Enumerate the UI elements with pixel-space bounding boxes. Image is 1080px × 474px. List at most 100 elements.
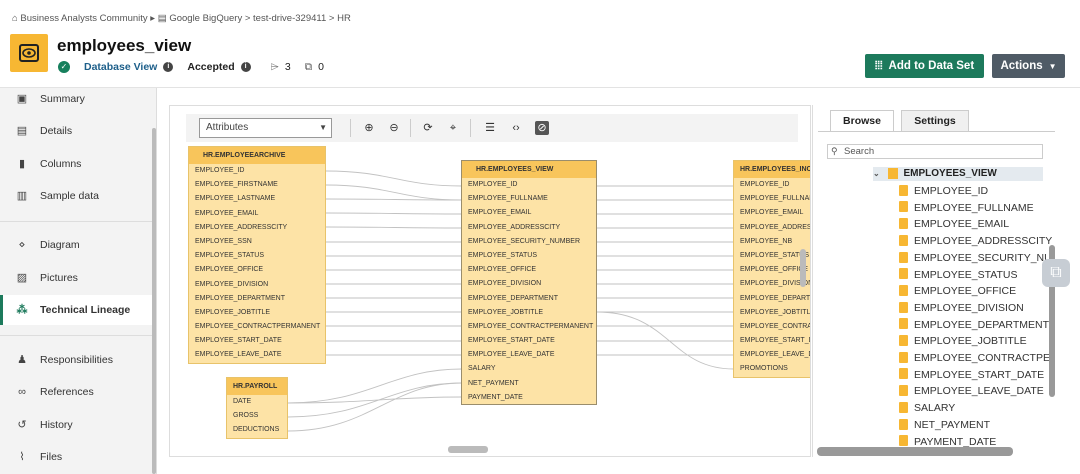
table-row[interactable]: NET_PAYMENT [462,377,596,391]
sidebar-item-columns[interactable]: ▮ Columns [0,149,153,179]
tree-field[interactable]: SALARY [899,400,1055,417]
sidebar-item-sample-data[interactable]: ▥ Sample data [0,181,153,211]
table-row[interactable]: EMPLOYEE_DEPARTMENT [462,292,596,306]
sidebar-item-pictures[interactable]: ▨ Pictures [0,263,153,293]
breadcrumb-path[interactable]: Google BigQuery > test-drive-329411 > HR [169,13,350,24]
table-row[interactable]: GROSS [227,409,287,423]
sidebar-item-details[interactable]: ▤ Details [0,116,153,146]
sidebar-scrollbar[interactable] [152,128,156,474]
tree-field[interactable]: EMPLOYEE_DIVISION [899,300,1055,317]
asset-type-link[interactable]: Database View [84,61,157,73]
table-row[interactable]: EMPLOYEE_ID [189,164,325,178]
breadcrumb-community[interactable]: Business Analysts Community [20,13,147,24]
table-row[interactable]: PAYMENT_DATE [462,391,596,405]
tree-field[interactable]: EMPLOYEE_ID [899,183,1055,200]
comment-count[interactable]: 0 [318,61,324,73]
tree-field[interactable]: EMPLOYEE_LEAVE_DATE [899,383,1055,400]
tag-count[interactable]: 3 [285,61,291,73]
table-row[interactable]: EMPLOYEE_FULLNAME [734,192,810,206]
table-hr-payroll[interactable]: HR.PAYROLL DATE GROSS DEDUCTIONS [226,377,288,439]
tree-field[interactable]: EMPLOYEE_STATUS [899,267,1055,284]
tree-field[interactable]: EMPLOYEE_OFFICE [899,283,1055,300]
tree-field[interactable]: EMPLOYEE_DEPARTMENT [899,317,1055,334]
tree-field[interactable]: EMPLOYEE_EMAIL [899,216,1055,233]
type-info-icon[interactable]: i [163,62,174,72]
table-row[interactable]: EMPLOYEE_FULLNAME [462,192,596,206]
pictures-icon: ▨ [16,272,28,284]
floating-link-icon[interactable]: ⧉ [1042,259,1070,287]
table-row[interactable]: EMPLOYEE_EMAIL [462,206,596,220]
table-row[interactable]: EMPLOYEE_EMAIL [189,207,325,221]
table-row[interactable]: EMPLOYEE_STATUS [189,249,325,263]
key-icon [899,335,908,347]
table-row[interactable]: EMPLOYEE_LEAVE_DA [734,348,810,362]
table-row[interactable]: PROMOTIONS [734,362,810,376]
table-row[interactable]: EMPLOYEE_ADDRESSCITY [734,221,810,235]
table-row[interactable]: EMPLOYEE_JOBTITLE [734,306,810,320]
sidebar-item-summary[interactable]: ▣ Summary [0,84,153,114]
table-row[interactable]: EMPLOYEE_SSN [189,235,325,249]
tree-field[interactable]: EMPLOYEE_FULLNAME [899,200,1055,217]
table-row[interactable]: EMPLOYEE_EMAIL [734,206,810,220]
table-row[interactable]: EMPLOYEE_DEPARTMENT [189,292,325,306]
search-input[interactable]: ⚲ Search [827,144,1043,159]
table-row[interactable]: EMPLOYEE_FIRSTNAME [189,178,325,192]
sidebar-item-references[interactable]: ∞ References [0,377,153,407]
table-row[interactable]: DEDUCTIONS [227,423,287,437]
table-row[interactable]: EMPLOYEE_STATUS [462,249,596,263]
table-row[interactable]: EMPLOYEE_CONTRACTPERMANENT [189,320,325,334]
sidebar-item-files[interactable]: ⌇ Files [0,442,153,472]
tree-field[interactable]: EMPLOYEE_START_DATE [899,367,1055,384]
table-row[interactable]: EMPLOYEE_START_DA [734,334,810,348]
table-row[interactable]: EMPLOYEE_JOBTITLE [462,306,596,320]
table-row[interactable]: EMPLOYEE_CONTRACTPERMANENT [462,320,596,334]
table-hr-employeearchive[interactable]: HR.EMPLOYEEARCHIVE EMPLOYEE_ID EMPLOYEE_… [188,146,326,364]
table-row[interactable]: EMPLOYEE_DIVISION [462,277,596,291]
key-icon [899,251,908,263]
table-row[interactable]: EMPLOYEE_OFFICE [462,263,596,277]
tree-field[interactable]: EMPLOYEE_SECURITY_NUM [899,250,1055,267]
tree-field[interactable]: EMPLOYEE_CONTRACTPERM [899,350,1055,367]
table-row[interactable]: EMPLOYEE_DIVISION [189,278,325,292]
status-info-icon[interactable]: i [240,62,251,72]
add-to-data-set-button[interactable]: ⦙⦙⦙ Add to Data Set [865,54,984,78]
collapse-icon[interactable]: ⌄ [873,169,880,178]
view-icon [888,167,899,179]
canvas-vertical-scrollbar[interactable] [800,249,806,287]
tree-root-employees-view[interactable]: ⌄ EMPLOYEES_VIEW [873,167,1043,181]
key-icon [899,201,908,213]
tree-field[interactable]: EMPLOYEE_ADDRESSCITY [899,233,1055,250]
sidebar-item-responsibilities[interactable]: ♟ Responsibilities [0,345,153,375]
tab-browse[interactable]: Browse [830,110,894,132]
dataset-icon: ⦙⦙⦙ [874,59,883,72]
table-row[interactable]: EMPLOYEE_DEPARTME [734,292,810,306]
table-row[interactable]: EMPLOYEE_START_DATE [462,334,596,348]
table-row[interactable]: EMPLOYEE_SECURITY_NUMBER [462,235,596,249]
table-row[interactable]: EMPLOYEE_OFFICE [189,263,325,277]
panel-horizontal-scrollbar[interactable] [817,447,1013,456]
table-hr-employees-view[interactable]: HR.EMPLOYEES_VIEW EMPLOYEE_ID EMPLOYEE_F… [461,160,597,405]
tree-field[interactable]: NET_PAYMENT [899,417,1055,434]
tab-settings[interactable]: Settings [901,110,969,132]
canvas-horizontal-scrollbar[interactable] [448,446,488,453]
table-row[interactable]: EMPLOYEE_NB [734,235,810,249]
actions-button[interactable]: Actions ▼ [992,54,1065,78]
table-row[interactable]: EMPLOYEE_ADDRESSCITY [189,221,325,235]
sidebar-item-history[interactable]: ↺ History [0,410,153,440]
table-row[interactable]: EMPLOYEE_START_DATE [189,334,325,348]
table-row[interactable]: EMPLOYEE_CONTRACT [734,320,810,334]
tree-field[interactable]: EMPLOYEE_JOBTITLE [899,333,1055,350]
table-row[interactable]: EMPLOYEE_LEAVE_DATE [189,348,325,362]
table-row[interactable]: SALARY [462,362,596,376]
sidebar-item-diagram[interactable]: ⋄ Diagram [0,230,153,260]
table-row[interactable]: EMPLOYEE_ID [734,178,810,192]
sidebar-item-technical-lineage[interactable]: ⁂ Technical Lineage [0,295,153,325]
table-row[interactable]: EMPLOYEE_ID [462,178,596,192]
table-row[interactable]: EMPLOYEE_JOBTITLE [189,306,325,320]
table-row[interactable]: EMPLOYEE_LASTNAME [189,192,325,206]
table-row[interactable]: EMPLOYEE_ADDRESSCITY [462,221,596,235]
table-row[interactable]: DATE [227,395,287,409]
tree-field[interactable]: PAYMENT_DATE [899,434,1055,447]
table-row[interactable]: EMPLOYEE_LEAVE_DATE [462,348,596,362]
lineage-canvas[interactable]: Attributes ▼ ⊕ ⊖ ⟳ ⌖ ☰ ‹› ⊘ HR.EMPLOYEEA… [169,105,811,457]
